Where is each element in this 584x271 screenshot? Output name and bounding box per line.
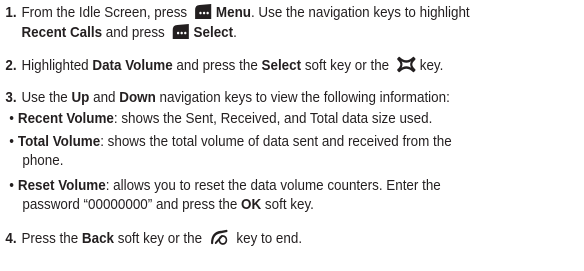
bullet-text: soft key. bbox=[261, 196, 314, 213]
step-number: 4. bbox=[5, 230, 17, 247]
step-text: Use the bbox=[21, 89, 72, 106]
step-text: soft key or the bbox=[301, 57, 390, 74]
step-text: navigation keys to view the following in… bbox=[155, 89, 450, 106]
step-number: 1. bbox=[5, 4, 17, 21]
recent-calls-label: Recent Calls bbox=[21, 24, 103, 41]
step-text: soft key or the bbox=[114, 230, 203, 247]
softkey-select-icon bbox=[172, 23, 190, 45]
down-label: Down bbox=[119, 89, 156, 106]
bullet-recent-volume: • Recent Volume: shows the Sent, Received… bbox=[5, 110, 432, 128]
bullet-text: : allows you to reset the data volume co… bbox=[105, 177, 441, 194]
step-number: 3. bbox=[5, 89, 17, 106]
bullet-term: Recent Volume bbox=[17, 110, 114, 127]
end-key-icon bbox=[209, 229, 229, 251]
instruction-page: 1. From the Idle Screen, press Menu. Use … bbox=[0, 0, 523, 271]
step-1: 1. From the Idle Screen, press Menu. Use … bbox=[5, 3, 470, 21]
bullet-term: Total Volume bbox=[17, 133, 101, 150]
bullet-reset-volume: • Reset Volume: allows you to reset the d… bbox=[5, 177, 440, 195]
step-text: . bbox=[233, 24, 237, 41]
step-text: and bbox=[89, 89, 120, 106]
step-text: From the Idle Screen, press bbox=[21, 4, 188, 21]
back-label: Back bbox=[81, 230, 115, 247]
step-text: key. bbox=[419, 57, 444, 74]
ok-label: OK bbox=[241, 196, 262, 213]
step-number: 2. bbox=[5, 57, 17, 74]
step-text: and press the bbox=[172, 57, 262, 74]
bullet-text: phone. bbox=[22, 152, 64, 169]
bullet-reset-volume-continued: password “00000000” and press the OK sof… bbox=[22, 196, 314, 214]
step-text: and press bbox=[102, 24, 165, 41]
step-text: key to end. bbox=[232, 230, 303, 247]
step-2: 2. Highlighted Data Volume and press the … bbox=[5, 56, 443, 74]
step-3: 3. Use the Up and Down navigation keys to… bbox=[5, 89, 449, 107]
bullet-text: : shows the Sent, Received, and Total da… bbox=[113, 110, 433, 127]
step-4: 4. Press the Back soft key or the key to … bbox=[5, 229, 302, 247]
step-text: Press the bbox=[21, 230, 82, 247]
bullet-text: : shows the total volume of data sent an… bbox=[100, 133, 452, 150]
bullet-total-volume-continued: phone. bbox=[22, 152, 63, 170]
step-1-continued: Recent Calls and press Select. bbox=[21, 23, 237, 41]
select-label: Select bbox=[193, 24, 234, 41]
navigation-ok-key-icon bbox=[396, 56, 416, 78]
bullet-marker: • bbox=[9, 110, 14, 127]
step-text: Highlighted bbox=[21, 57, 93, 74]
bullet-marker: • bbox=[9, 133, 14, 150]
bullet-term: Reset Volume bbox=[17, 177, 106, 194]
select-label: Select bbox=[261, 57, 302, 74]
data-volume-label: Data Volume bbox=[92, 57, 173, 74]
softkey-menu-icon bbox=[194, 3, 212, 25]
step-text: . Use the navigation keys to highlight bbox=[250, 4, 470, 21]
bullet-marker: • bbox=[9, 177, 14, 194]
menu-label: Menu bbox=[215, 4, 251, 21]
bullet-text: password “00000000” and press the bbox=[22, 196, 242, 213]
up-label: Up bbox=[71, 89, 90, 106]
bullet-total-volume: • Total Volume: shows the total volume of… bbox=[5, 133, 451, 151]
